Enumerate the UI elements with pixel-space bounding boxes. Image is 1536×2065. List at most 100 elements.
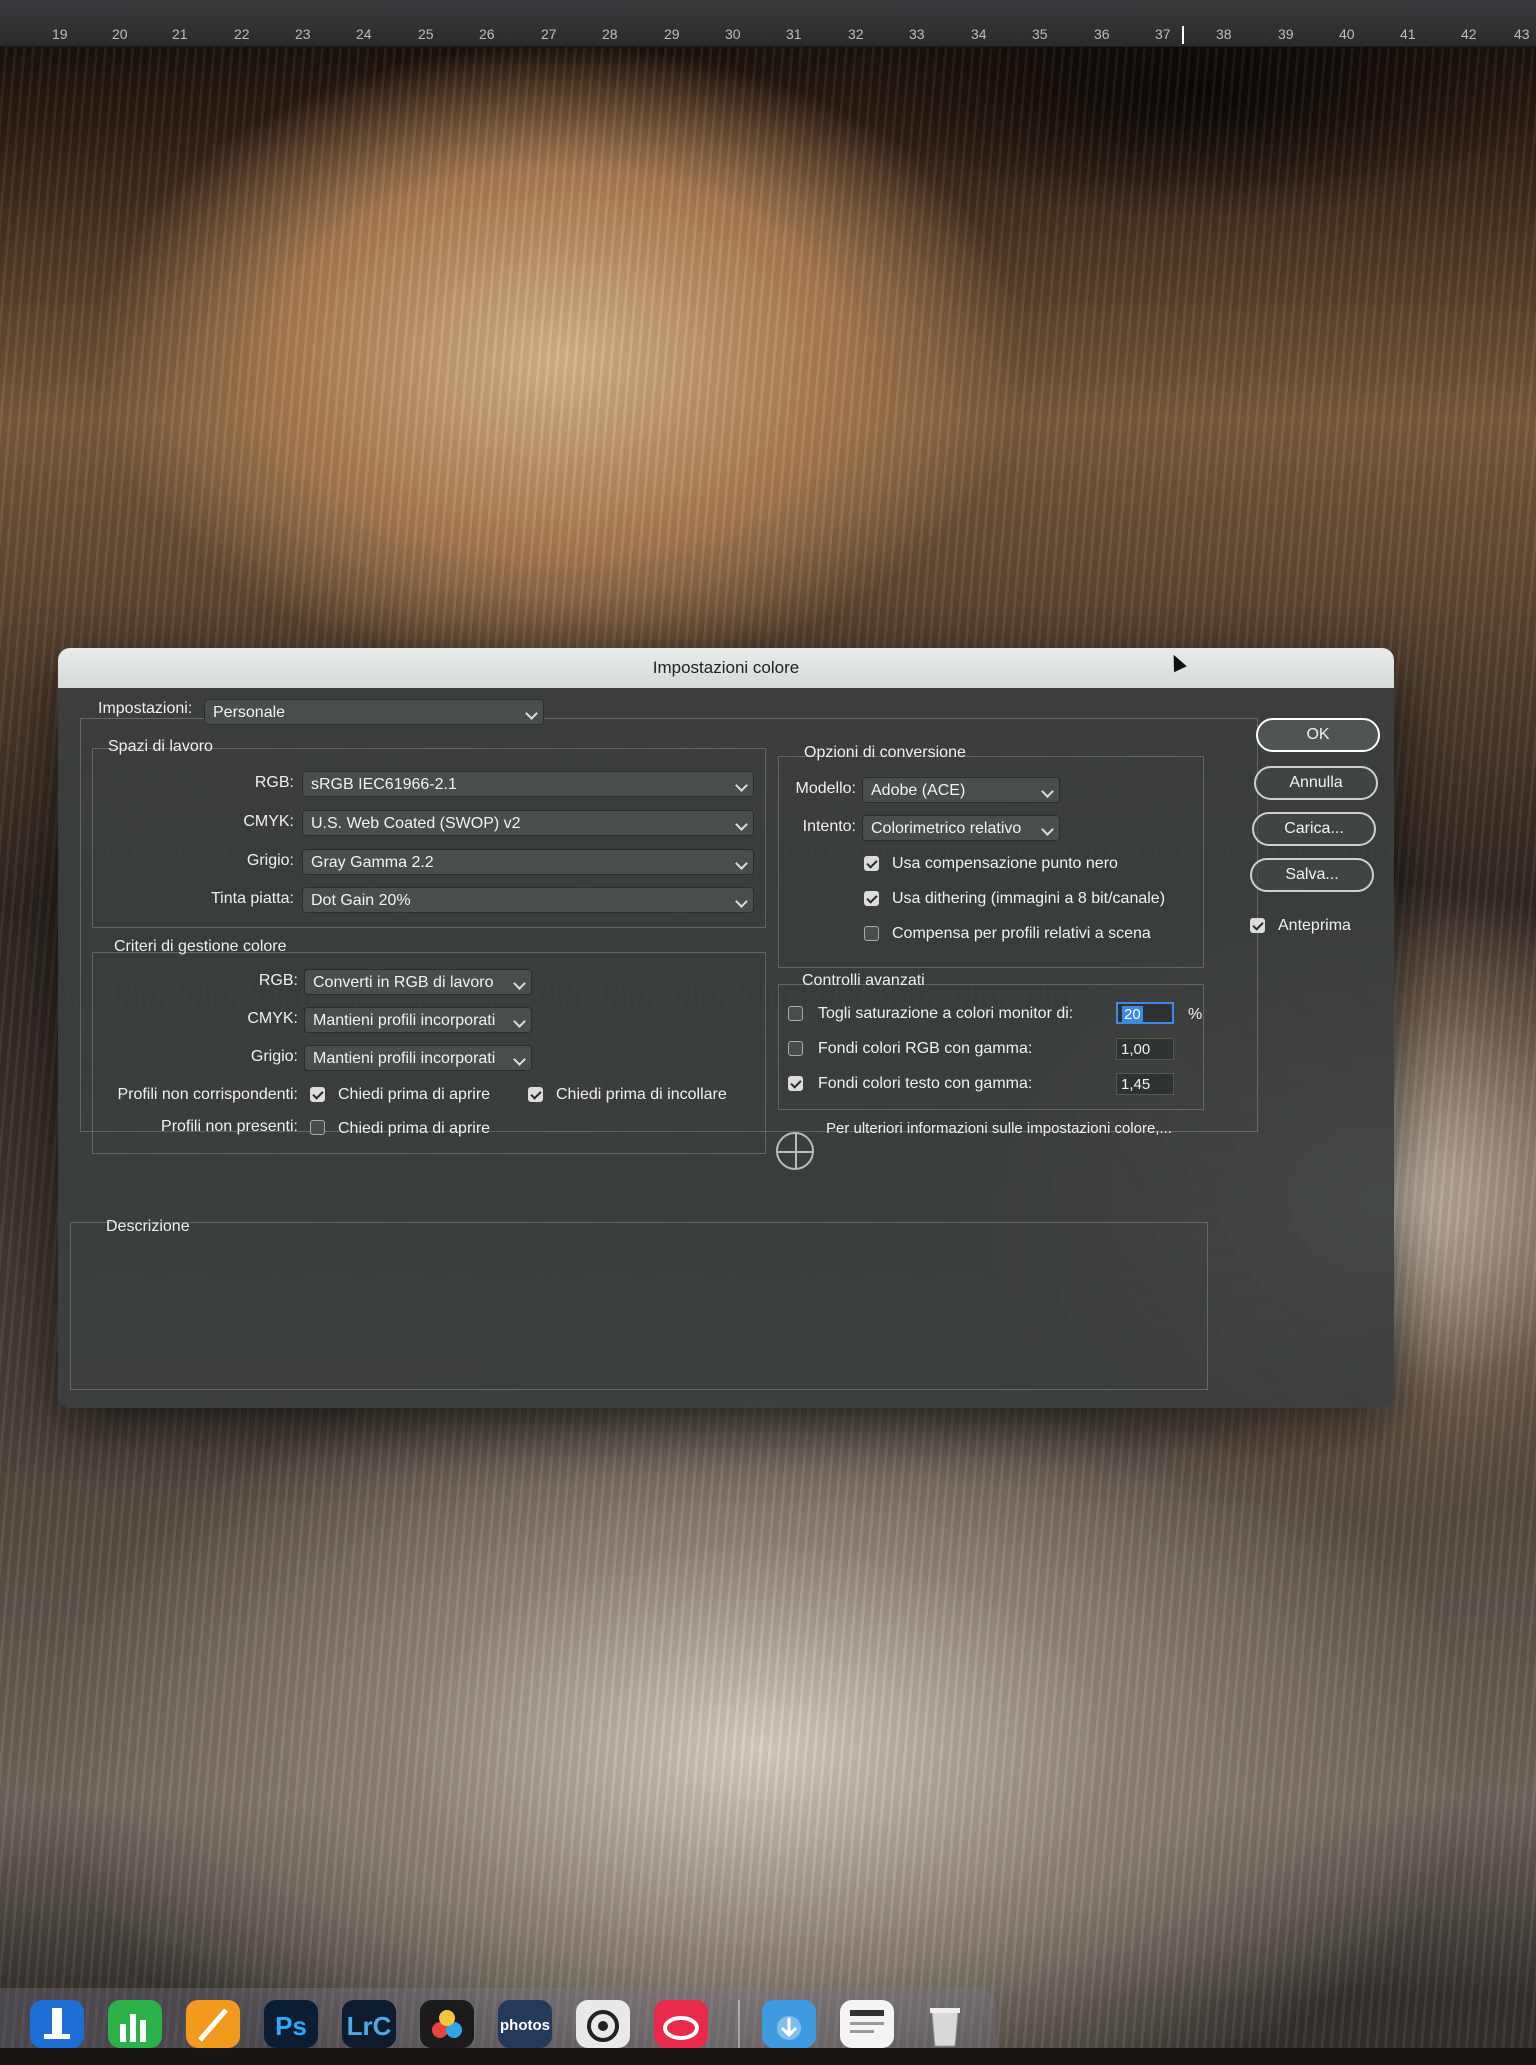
ruler-number: 31 [786,26,802,42]
ws-rgb-select[interactable]: sRGB IEC61966-2.1 [302,771,754,797]
creative-cloud-icon[interactable] [654,2000,708,2048]
ruler-number: 25 [418,26,434,42]
ruler-number: 22 [234,26,250,42]
ruler-number: 28 [602,26,618,42]
ruler-number: 19 [52,26,68,42]
mismatch-ask-paste-checkbox[interactable] [528,1087,543,1102]
desaturate-unit: % [1188,1006,1203,1023]
downloads-folder-icon[interactable] [762,2000,816,2048]
ruler-number: 21 [172,26,188,42]
horizontal-ruler[interactable]: 19 20 21 22 23 24 25 26 27 28 29 30 31 3… [0,0,1536,47]
blend-text-checkbox[interactable] [788,1076,803,1091]
policy-rgb-select[interactable]: Converti in RGB di lavoro [304,969,532,995]
blend-rgb-input[interactable]: 1,00 [1116,1038,1174,1060]
ws-rgb-value: sRGB IEC61966-2.1 [311,776,457,793]
ruler-number: 23 [295,26,311,42]
engine-select[interactable]: Adobe (ACE) [862,777,1060,803]
chevron-down-icon [735,779,748,792]
preview-checkbox[interactable] [1250,918,1265,933]
ok-button[interactable]: OK [1256,718,1380,752]
settings-value: Personale [213,704,286,721]
chevron-down-icon [1041,823,1054,836]
policy-gray-select[interactable]: Mantieni profili incorporati [304,1045,532,1071]
advanced-title: Controlli avanzati [802,972,925,989]
ws-cmyk-value: U.S. Web Coated (SWOP) v2 [311,815,521,832]
mismatch-label: Profili non corrispondenti: [117,1086,298,1103]
policy-cmyk-select[interactable]: Mantieni profili incorporati [304,1007,532,1033]
mismatch-ask-open-checkbox[interactable] [310,1087,325,1102]
chevron-down-icon [513,1053,526,1066]
trash-glyph [930,2008,960,2047]
cancel-button[interactable]: Annulla [1254,766,1378,800]
description-title: Descrizione [106,1218,190,1235]
working-spaces-title: Spazi di lavoro [108,738,213,755]
ws-gray-value: Gray Gamma 2.2 [311,854,434,871]
dialog-title[interactable]: Impostazioni colore [58,648,1394,688]
color-info-text[interactable]: Per ulteriori informazioni sulle imposta… [826,1120,1172,1137]
blend-text-label: Fondi colori testo con gamma: [818,1075,1033,1092]
document-icon[interactable] [840,2000,894,2048]
creative-cloud-glyph [663,2016,699,2040]
missing-ask-open-label: Chiedi prima di aprire [338,1120,491,1137]
ruler-number: 42 [1461,26,1477,42]
ruler-number: 32 [848,26,864,42]
chevron-down-icon [525,707,538,720]
ws-gray-select[interactable]: Gray Gamma 2.2 [302,849,754,875]
pages-icon[interactable] [186,2000,240,2048]
resolve-glyph [432,2010,462,2038]
ruler-number: 35 [1032,26,1048,42]
color-settings-dialog: Impostazioni colore Impostazioni: Person… [58,648,1394,1408]
intent-select[interactable]: Colorimetrico relativo [862,815,1060,841]
desaturate-input[interactable]: 20 [1116,1002,1174,1024]
ruler-number: 38 [1216,26,1232,42]
ruler-number: 34 [971,26,987,42]
lightroom-classic-icon[interactable]: LrC [342,2000,396,2048]
keynote-icon[interactable] [30,2000,84,2048]
desaturate-value: 20 [1122,1006,1143,1023]
ruler-number: 43 [1514,26,1530,42]
ruler-number: 26 [479,26,495,42]
settings-select[interactable]: Personale [204,699,544,725]
ws-spot-select[interactable]: Dot Gain 20% [302,887,754,913]
policies-title: Criteri di gestione colore [114,938,287,955]
pages-glyph [198,2008,228,2042]
chatgpt-icon[interactable] [576,2000,630,2048]
desaturate-checkbox[interactable] [788,1006,803,1021]
policy-gray-value: Mantieni profili incorporati [313,1050,496,1067]
ruler-number: 37 [1155,26,1171,42]
davinci-resolve-icon[interactable] [420,2000,474,2048]
ws-gray-label: Grigio: [246,852,294,869]
settings-label: Impostazioni: [98,700,193,717]
dither-checkbox[interactable] [864,891,879,906]
description-box [70,1222,1208,1390]
dither-label: Usa dithering (immagini a 8 bit/canale) [892,890,1166,907]
engine-value: Adobe (ACE) [871,782,966,799]
intent-value: Colorimetrico relativo [871,820,1022,837]
ruler-number: 20 [112,26,128,42]
dock-divider [738,2000,740,2048]
save-button[interactable]: Salva... [1250,858,1374,892]
ruler-number: 33 [909,26,925,42]
photoshop-icon[interactable]: Ps [264,2000,318,2048]
preview-label: Anteprima [1278,917,1351,934]
black-point-label: Usa compensazione punto nero [892,855,1118,872]
policy-cmyk-value: Mantieni profili incorporati [313,1012,496,1029]
black-point-checkbox[interactable] [864,856,879,871]
missing-label: Profili non presenti: [161,1118,298,1135]
numbers-icon[interactable] [108,2000,162,2048]
trash-icon[interactable] [918,2000,972,2048]
intent-label: Intento: [802,818,856,835]
missing-ask-open-checkbox[interactable] [310,1120,325,1135]
ws-cmyk-select[interactable]: U.S. Web Coated (SWOP) v2 [302,810,754,836]
chevron-down-icon [1041,785,1054,798]
blend-rgb-checkbox[interactable] [788,1041,803,1056]
chevron-down-icon [513,1015,526,1028]
scene-compensation-checkbox[interactable] [864,926,879,941]
engine-label: Modello: [795,780,856,797]
blend-text-input[interactable]: 1,45 [1116,1073,1174,1095]
amazon-photos-icon[interactable]: photos [498,2000,552,2048]
load-button[interactable]: Carica... [1252,812,1376,846]
ws-rgb-label: RGB: [254,774,294,791]
scene-compensation-label: Compensa per profili relativi a scena [892,925,1151,942]
policy-rgb-value: Converti in RGB di lavoro [313,974,494,991]
